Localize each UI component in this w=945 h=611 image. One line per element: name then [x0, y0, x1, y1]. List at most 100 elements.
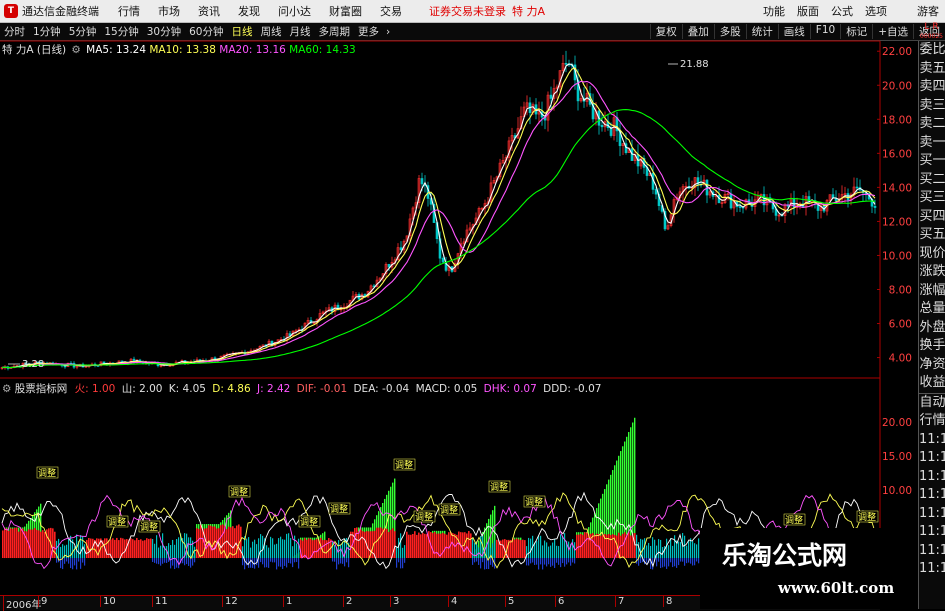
indicator-bar-red	[502, 539, 504, 559]
quote-side-panel: 委比 卖五 卖四 卖三 卖二 卖一 买一 买二 买三 买四 买五 现价 涨跌 涨幅 总量 外盘 换手 净资 收益 自动…	[918, 41, 945, 609]
indicator-bar-cyan	[276, 543, 278, 559]
indicator-bar-blue	[158, 558, 160, 565]
indicator-value-1: 山: 2.00	[121, 383, 166, 395]
indicator-bar-cyan	[194, 546, 196, 559]
signal-label: 调整	[38, 467, 56, 479]
indicator-bar-blue	[64, 558, 66, 564]
indicator-bar-blue	[166, 558, 168, 563]
side-panel-item[interactable]: 涨跌	[919, 263, 945, 282]
chart-canvas[interactable]: 22.0020.0018.0016.0014.0012.0010.008.006…	[0, 0, 945, 609]
indicator-bar-red	[444, 533, 446, 559]
indicator-bar-cyan	[536, 541, 538, 559]
ma-line-1	[1, 67, 876, 369]
side-panel-item[interactable]: 净资	[919, 356, 945, 375]
side-panel-item[interactable]: 自动	[919, 392, 945, 413]
side-panel-item[interactable]: 买一	[919, 152, 945, 171]
indicator-bar-red	[390, 529, 392, 559]
indicator-bar-cyan	[564, 533, 566, 559]
ma-line-3	[1, 109, 876, 369]
indicator-bar-red	[140, 539, 142, 559]
indicator-bar-cyan	[544, 540, 546, 559]
side-panel-item[interactable]: 行情	[919, 412, 945, 431]
signal-label: 调整	[785, 514, 803, 526]
side-panel-item[interactable]: 卖三	[919, 97, 945, 116]
side-panel-item[interactable]: 收益	[919, 374, 945, 393]
indicator-bar-red	[144, 540, 146, 559]
candle-body	[441, 257, 445, 263]
indicator-bar-cyan	[74, 546, 76, 559]
side-panel-item[interactable]: 11:1	[919, 505, 945, 524]
side-panel-item[interactable]: 买四	[919, 208, 945, 227]
indicator-bar-cyan	[650, 545, 652, 559]
side-panel-item[interactable]: 11:1	[919, 542, 945, 561]
side-panel-item[interactable]: 买二	[919, 171, 945, 190]
low-price-label: 3.28	[22, 359, 44, 370]
indicator-bar-blue	[298, 558, 300, 569]
indicator-bar-red	[594, 534, 596, 559]
indicator-bar-cyan	[284, 539, 286, 559]
indicator-bar-blue	[286, 558, 288, 568]
indicator-bar-red	[12, 528, 14, 559]
side-panel-item[interactable]: 卖一	[919, 134, 945, 153]
indicator-bar-red	[310, 538, 312, 559]
indicator-bar-blue	[186, 558, 188, 565]
indicator-bar-red	[586, 532, 588, 559]
indicator-bar-blue	[670, 558, 672, 563]
indicator-bar-red	[44, 531, 46, 559]
indicator-bar-cyan	[552, 542, 554, 559]
indicator-bar-red	[54, 531, 56, 559]
indicator-bar-cyan	[246, 538, 248, 559]
side-panel-item[interactable]: 总量	[919, 300, 945, 319]
price-axis-label: 14.00	[882, 182, 912, 194]
indicator-bar-red	[130, 538, 132, 559]
indicator-bar-red	[608, 534, 610, 559]
time-axis-label: 5	[505, 596, 514, 607]
indicator-bar-cyan	[178, 537, 180, 559]
side-panel-item[interactable]: 买三	[919, 189, 945, 208]
price-axis-label: 22.00	[882, 46, 912, 58]
signal-label: 调整	[140, 521, 158, 533]
side-panel-item[interactable]: 涨幅	[919, 282, 945, 301]
side-panel-item[interactable]: 11:1	[919, 431, 945, 450]
indicator-bar-cyan	[262, 535, 264, 559]
side-panel-item[interactable]: 现价	[919, 245, 945, 264]
indicator-bar-blue	[70, 558, 72, 569]
indicator-bar-blue	[340, 558, 342, 564]
side-panel-item[interactable]: 买五	[919, 226, 945, 245]
side-panel-item[interactable]: 卖五	[919, 60, 945, 79]
indicator-bar-blue	[570, 558, 572, 566]
indicator-name[interactable]: 股票指标网	[15, 383, 68, 395]
candle-body	[855, 186, 859, 189]
time-axis-label: 1	[283, 596, 292, 607]
indicator-bar-cyan	[488, 542, 490, 559]
side-panel-item[interactable]: 卖二	[919, 115, 945, 134]
candle-body	[420, 178, 424, 185]
side-panel-item[interactable]: 11:1	[919, 486, 945, 505]
indicator-bar-blue	[276, 558, 278, 570]
indicator-bar-red	[516, 538, 518, 559]
settings-icon[interactable]: ⚙	[2, 383, 11, 395]
indicator-bar-red	[376, 527, 378, 559]
indicator-bar-red	[32, 529, 34, 559]
settings-icon[interactable]: ⚙	[71, 44, 80, 56]
side-panel-item[interactable]: 外盘	[919, 319, 945, 338]
indicator-bar-red	[314, 539, 316, 559]
indicator-bar-red	[414, 531, 416, 559]
indicator-value-2: K: 4.05	[168, 383, 210, 395]
side-panel-item[interactable]: 卖四	[919, 78, 945, 97]
signal-label: 调整	[330, 503, 348, 515]
indicator-bar-red	[470, 533, 472, 559]
side-panel-item[interactable]: 委比	[919, 41, 945, 60]
indicator-bar-blue	[56, 558, 58, 563]
indicator-bar-cyan	[342, 541, 344, 559]
side-panel-item[interactable]: 11:1	[919, 468, 945, 487]
indicator-bar-blue	[402, 558, 404, 569]
indicator-bar-red	[86, 539, 88, 559]
indicator-bar-blue	[342, 558, 344, 564]
side-panel-item[interactable]: 11:1	[919, 523, 945, 542]
indicator-bar-cyan	[176, 539, 178, 559]
indicator-bar-cyan	[396, 546, 398, 559]
side-panel-item[interactable]: 11:1	[919, 449, 945, 468]
side-panel-item[interactable]: 11:1	[919, 560, 945, 579]
side-panel-item[interactable]: 换手	[919, 337, 945, 356]
